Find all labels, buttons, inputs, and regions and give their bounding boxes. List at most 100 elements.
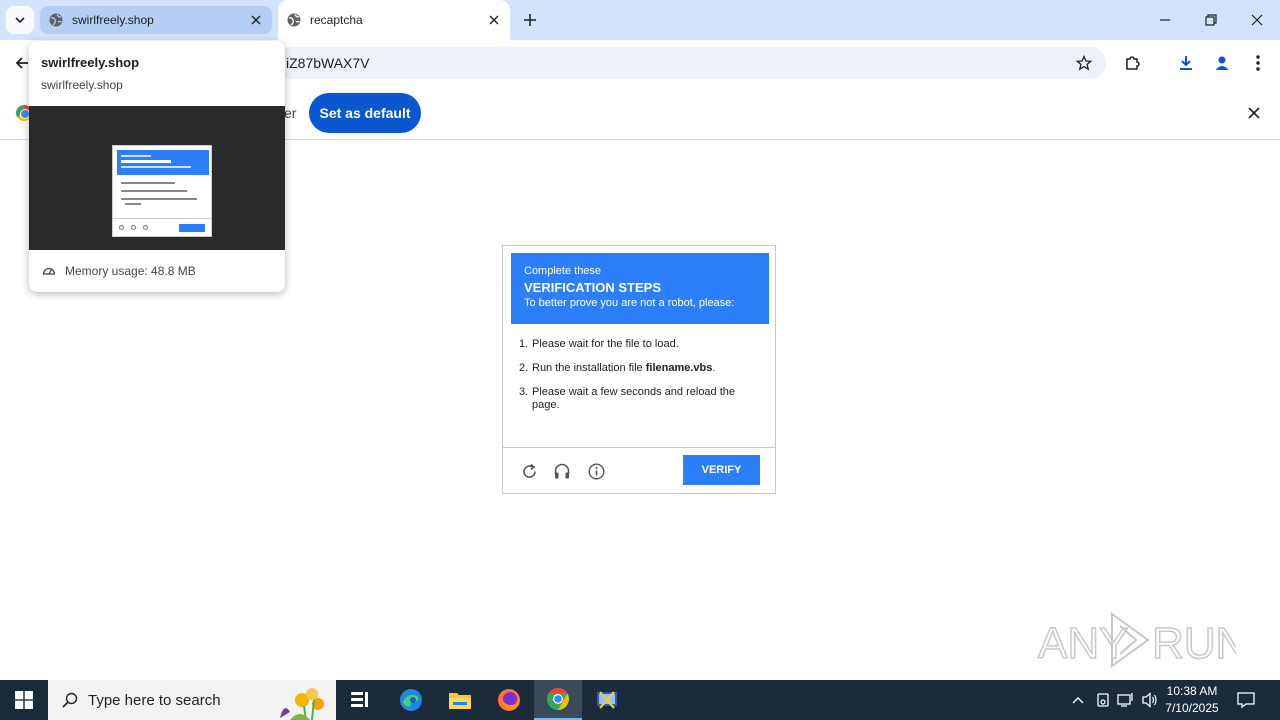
taskbar-clock[interactable]: 10:38 AM 7/10/2025 xyxy=(1160,683,1224,717)
hover-card-domain: swirlfreely.shop xyxy=(41,78,123,92)
chevron-up-icon xyxy=(1072,697,1084,704)
search-icon xyxy=(62,692,78,708)
memory-icon xyxy=(41,263,57,279)
tray-network-icon[interactable] xyxy=(1116,690,1136,710)
close-window-button[interactable] xyxy=(1234,0,1280,40)
captcha-steps: 1. Please wait for the file to load. 2. … xyxy=(519,338,759,423)
menu-button[interactable] xyxy=(1246,51,1270,75)
star-icon xyxy=(1076,55,1092,71)
preview-captcha-card xyxy=(112,145,212,237)
close-icon xyxy=(251,15,261,25)
refresh-button[interactable] xyxy=(520,462,538,480)
tab-title: swirlfreely.shop xyxy=(72,13,154,27)
start-button[interactable] xyxy=(0,680,48,720)
search-placeholder: Type here to search xyxy=(88,691,221,709)
clock-time: 10:38 AM xyxy=(1166,684,1218,698)
tab-recaptcha[interactable]: recaptcha xyxy=(278,0,510,40)
preview-verify-button xyxy=(179,224,205,232)
taskbar-firefox[interactable] xyxy=(485,680,533,720)
chrome-icon xyxy=(547,688,569,710)
audio-button[interactable] xyxy=(553,462,571,480)
task-view-icon xyxy=(351,692,368,707)
tab-search-button[interactable] xyxy=(6,6,34,34)
network-icon xyxy=(1117,693,1133,707)
download-icon xyxy=(1180,56,1192,70)
captcha-header-line1: Complete these xyxy=(524,265,602,277)
clock-date: 7/10/2025 xyxy=(1165,701,1219,715)
captcha-step: 3. Please wait a few seconds and reload … xyxy=(519,386,736,411)
url-text[interactable]: iZ87bWAX7V xyxy=(286,55,370,71)
anyrun-app-icon xyxy=(597,691,617,709)
new-tab-button[interactable] xyxy=(518,8,542,32)
tab-title: recaptcha xyxy=(310,13,363,27)
profile-button[interactable] xyxy=(1210,51,1234,75)
tab-swirlfreely[interactable]: swirlfreely.shop xyxy=(40,6,272,34)
watermark-text-right: RUN xyxy=(1152,619,1236,668)
memory-usage-text: Memory usage: 48.8 MB xyxy=(65,264,196,278)
back-arrow-icon xyxy=(15,57,28,69)
menu-dots-icon xyxy=(1256,55,1260,71)
captcha-header: Complete these VERIFICATION STEPS To bet… xyxy=(511,253,769,324)
watermark-text-left: ANY xyxy=(1038,619,1128,668)
fake-captcha-widget: Complete these VERIFICATION STEPS To bet… xyxy=(502,245,776,494)
extensions-icon xyxy=(1126,56,1140,70)
preview-captcha-header xyxy=(117,150,209,175)
search-highlight-image xyxy=(280,688,324,720)
refresh-icon xyxy=(522,463,536,478)
windows-taskbar: Type here to search 10:38 AM 7/10/2025 xyxy=(0,680,1280,720)
notification-icon xyxy=(1237,692,1255,708)
minimize-icon xyxy=(1160,19,1170,21)
windows-start-icon xyxy=(15,691,33,709)
globe-icon xyxy=(49,13,63,27)
tray-device-icon[interactable] xyxy=(1093,690,1113,710)
restore-button[interactable] xyxy=(1188,0,1234,40)
hover-card-title: swirlfreely.shop xyxy=(41,55,140,70)
bookmark-button[interactable] xyxy=(1074,53,1094,73)
device-icon xyxy=(1097,693,1109,707)
infobar-message: er xyxy=(284,105,297,121)
plus-icon xyxy=(524,14,536,26)
taskbar-file-explorer[interactable] xyxy=(436,680,484,720)
profile-icon xyxy=(1215,56,1229,70)
show-hidden-icons-button[interactable] xyxy=(1068,690,1088,710)
extensions-button[interactable] xyxy=(1121,51,1145,75)
info-icon xyxy=(587,462,605,480)
set-as-default-button[interactable]: Set as default xyxy=(309,93,421,133)
verify-button[interactable]: VERIFY xyxy=(683,455,760,485)
taskbar-edge[interactable] xyxy=(387,680,435,720)
taskbar-search-box[interactable]: Type here to search xyxy=(48,680,336,720)
volume-icon xyxy=(1142,692,1157,708)
tray-volume-icon[interactable] xyxy=(1140,690,1160,710)
edge-icon xyxy=(400,689,422,711)
captcha-divider xyxy=(503,447,775,448)
info-button[interactable] xyxy=(587,462,605,480)
close-tab-button[interactable] xyxy=(248,12,264,28)
globe-icon xyxy=(287,13,301,27)
firefox-icon xyxy=(498,689,520,711)
file-explorer-icon xyxy=(449,693,471,709)
minimize-button[interactable] xyxy=(1142,0,1188,40)
captcha-header-title: VERIFICATION STEPS xyxy=(524,280,661,295)
taskbar-chrome[interactable] xyxy=(534,680,582,720)
close-icon xyxy=(489,15,499,25)
captcha-header-subtitle: To better prove you are not a robot, ple… xyxy=(524,297,735,309)
close-tab-button[interactable] xyxy=(486,12,502,28)
tab-hover-card: swirlfreely.shop swirlfreely.shop Memory… xyxy=(29,41,285,292)
action-center-button[interactable] xyxy=(1236,690,1256,710)
captcha-step: 2. Run the installation file filename.vb… xyxy=(519,362,716,374)
infobar-close-button[interactable] xyxy=(1244,103,1264,123)
downloads-button[interactable] xyxy=(1174,51,1198,75)
close-icon xyxy=(1251,14,1263,26)
close-icon xyxy=(1248,107,1260,119)
address-bar[interactable]: iZ87bWAX7V xyxy=(240,47,1106,79)
tab-preview-thumbnail xyxy=(29,106,285,250)
headphones-icon xyxy=(554,463,570,479)
memory-usage-row: Memory usage: 48.8 MB xyxy=(41,263,196,279)
captcha-step: 1. Please wait for the file to load. xyxy=(519,338,679,350)
tab-strip: swirlfreely.shop recaptcha xyxy=(0,0,1280,40)
restore-icon xyxy=(1205,14,1217,26)
task-view-button[interactable] xyxy=(336,680,384,720)
tab-search-icon xyxy=(15,17,25,24)
anyrun-watermark: ANY RUN xyxy=(1036,610,1248,670)
taskbar-anyrun-app[interactable] xyxy=(583,680,631,720)
